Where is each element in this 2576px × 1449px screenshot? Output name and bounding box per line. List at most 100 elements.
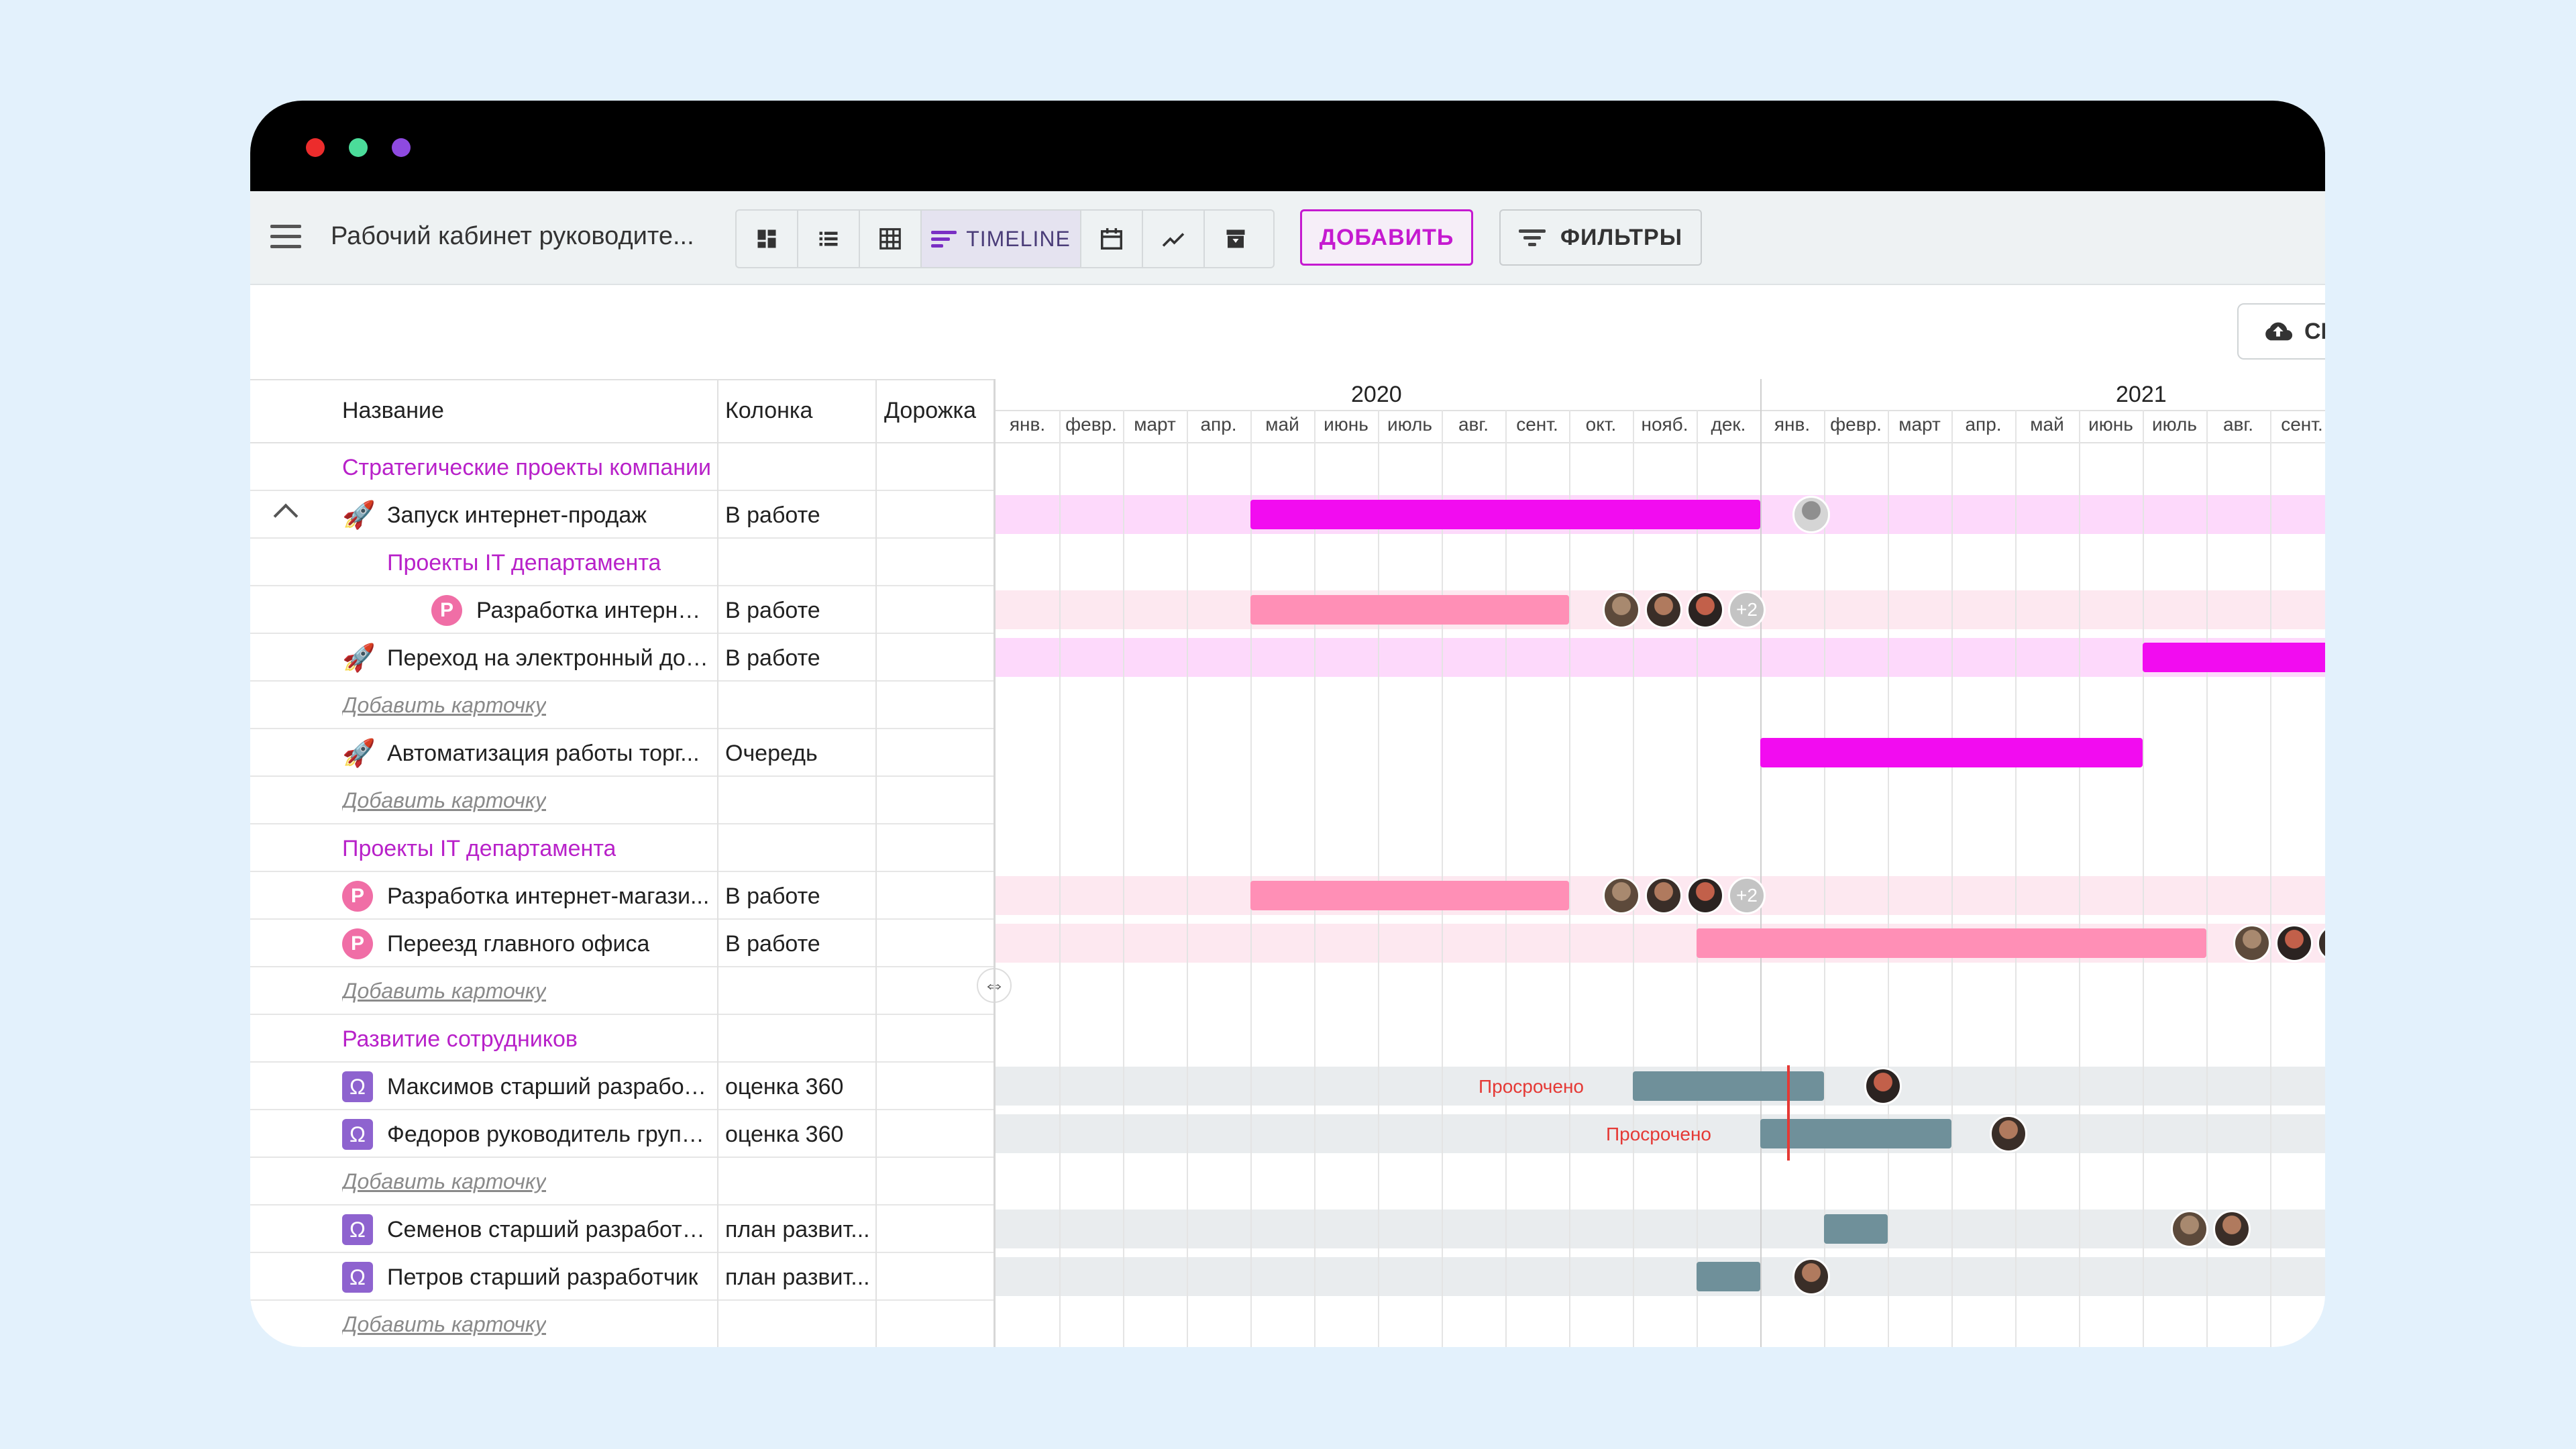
month-label: февр. (1065, 414, 1117, 435)
filters-button[interactable]: ФИЛЬТРЫ (1499, 209, 1702, 266)
cloud-label: CI (2304, 318, 2325, 344)
add-button[interactable]: ДОБАВИТЬ (1300, 209, 1473, 266)
more-assignees-badge[interactable]: +2 (1728, 591, 1766, 629)
cloud-save-button[interactable]: CI (2237, 303, 2325, 360)
header-lane[interactable]: Дорожка (884, 398, 976, 424)
assignee-avatar[interactable] (1603, 591, 1640, 629)
card-row[interactable]: Ω Федоров руководитель групп... оценка 360 (250, 1110, 994, 1158)
month-label: авг. (1458, 414, 1489, 435)
card-name[interactable]: Переезд главного офиса (387, 931, 649, 957)
view-table-button[interactable] (860, 211, 922, 267)
add-card-link[interactable]: Добавить карточку (342, 693, 546, 718)
timeline-chart: 2020 2021 янв. февр. март апр. май июнь июль авг.… (994, 379, 2325, 1347)
project-p-icon: P (431, 595, 462, 626)
view-timeline-button[interactable]: TIMELINE (922, 211, 1081, 267)
card-column: план развит... (725, 1265, 870, 1290)
card-row[interactable]: Ω Семенов старший разработч... план развит… (250, 1205, 994, 1253)
board-title[interactable]: Рабочий кабинет руководите... (331, 222, 694, 251)
card-name[interactable]: Максимов старший разработ... (387, 1074, 710, 1100)
add-card-row[interactable]: Добавить карточку (250, 1158, 994, 1205)
omega-icon: Ω (342, 1262, 373, 1293)
add-card-link[interactable]: Добавить карточку (342, 1312, 546, 1337)
add-card-row[interactable]: Добавить карточку (250, 777, 994, 824)
month-label: март (1898, 414, 1941, 435)
card-name[interactable]: Разработка интернет-магази... (387, 883, 709, 910)
add-card-link[interactable]: Добавить карточку (342, 1169, 546, 1194)
card-name[interactable]: Семенов старший разработч... (387, 1217, 710, 1243)
month-label: май (2030, 414, 2064, 435)
card-name[interactable]: Петров старший разработчик (387, 1265, 698, 1291)
chart-icon (1162, 233, 1185, 247)
assignee-avatar[interactable] (1792, 496, 1830, 533)
timeline-bar[interactable] (2143, 643, 2325, 672)
assignee-avatar[interactable] (1864, 1067, 1902, 1105)
add-card-link[interactable]: Добавить карточку (342, 788, 546, 813)
table-icon (879, 228, 901, 250)
assignee-avatar[interactable] (2171, 1210, 2208, 1248)
assignee-avatar[interactable] (1645, 877, 1682, 914)
card-name[interactable]: Разработка интернет-ма... (476, 598, 710, 624)
row-band (996, 1257, 2325, 1296)
project-p-icon: P (342, 881, 373, 912)
omega-icon: Ω (342, 1119, 373, 1150)
assignee-avatar[interactable] (1603, 877, 1640, 914)
card-column: оценка 360 (725, 1074, 844, 1099)
card-row[interactable]: P Разработка интернет-магази... В работе (250, 872, 994, 920)
timeline-bar[interactable] (1250, 500, 1760, 529)
more-assignees-badge[interactable]: +2 (1728, 877, 1766, 914)
timeline-bar[interactable] (1760, 738, 2143, 767)
assignee-avatar[interactable] (1645, 591, 1682, 629)
card-row[interactable]: P Разработка интернет-ма... В работе (250, 586, 994, 634)
month-label: февр. (1830, 414, 1882, 435)
card-column: В работе (725, 883, 820, 909)
view-list-button[interactable] (798, 211, 860, 267)
month-label: июль (2152, 414, 2197, 435)
card-name[interactable]: Переход на электронный док... (387, 645, 710, 672)
window-minimize-dot[interactable] (349, 138, 368, 157)
timeline-bar[interactable] (1697, 1262, 1760, 1291)
assignee-avatar[interactable] (2275, 924, 2313, 962)
omega-icon: Ω (342, 1071, 373, 1102)
add-card-link[interactable]: Добавить карточку (342, 979, 546, 1004)
card-name[interactable]: Федоров руководитель групп... (387, 1122, 710, 1148)
timeline-bar[interactable] (1250, 881, 1569, 910)
header-column[interactable]: Колонка (725, 398, 812, 424)
group-title: Стратегические проекты компании (342, 455, 712, 480)
add-card-row[interactable]: Добавить карточку (250, 967, 994, 1015)
card-row[interactable]: P Переезд главного офиса В работе (250, 920, 994, 967)
month-label: янв. (1009, 414, 1046, 435)
timeline-bar[interactable] (1250, 595, 1569, 625)
chevron-up-icon[interactable] (273, 503, 299, 529)
overdue-label: Просрочено (1606, 1124, 1711, 1144)
card-row[interactable]: 🚀 Переход на электронный док... В работе (250, 634, 994, 682)
assignee-avatar[interactable] (1792, 1258, 1830, 1295)
card-row[interactable]: Ω Максимов старший разработ... оценка 360 (250, 1063, 994, 1110)
row-band (996, 1210, 2325, 1248)
view-archive-button[interactable] (1205, 211, 1267, 267)
timeline-bar[interactable] (1633, 1071, 1824, 1101)
window-close-dot[interactable] (306, 138, 325, 157)
view-calendar-button[interactable] (1081, 211, 1143, 267)
header-name[interactable]: Название (342, 398, 444, 424)
assignee-avatar[interactable] (2233, 924, 2271, 962)
view-kanban-button[interactable] (737, 211, 798, 267)
view-chart-button[interactable] (1143, 211, 1205, 267)
card-row[interactable]: Ω Петров старший разработчик план развит..… (250, 1253, 994, 1301)
timeline-bar[interactable] (1697, 928, 2206, 958)
assignee-avatar[interactable] (1686, 877, 1724, 914)
add-card-row[interactable]: Добавить карточку (250, 682, 994, 729)
window-maximize-dot[interactable] (392, 138, 411, 157)
assignee-avatar[interactable] (1686, 591, 1724, 629)
assignee-avatar[interactable] (2213, 1210, 2251, 1248)
month-label: июнь (1324, 414, 1368, 435)
rocket-icon: 🚀 (342, 643, 376, 673)
card-name[interactable]: Автоматизация работы торг... (387, 741, 700, 767)
hamburger-menu-icon[interactable] (270, 223, 301, 250)
timeline-bar[interactable] (1824, 1214, 1888, 1244)
card-row[interactable]: 🚀 Автоматизация работы торг... Очередь (250, 729, 994, 777)
add-card-row[interactable]: Добавить карточку (250, 1301, 994, 1347)
card-row[interactable]: 🚀 Запуск интернет-продаж В работе (250, 491, 994, 539)
card-name[interactable]: Запуск интернет-продаж (387, 502, 647, 529)
assignee-avatar[interactable] (1990, 1115, 2027, 1152)
calendar-icon (1101, 228, 1122, 250)
